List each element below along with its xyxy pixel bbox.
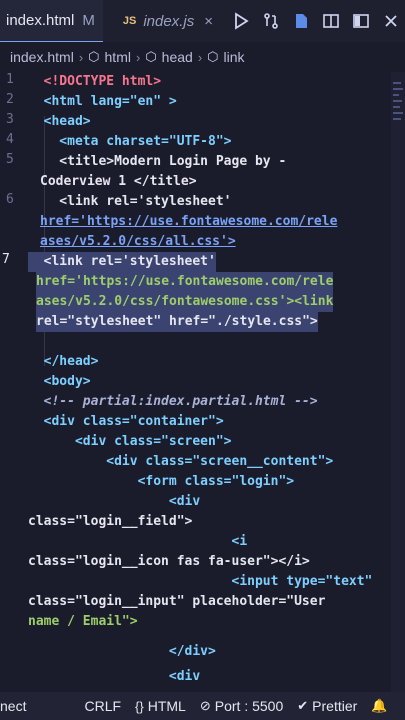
code-line: <div [28,494,201,509]
code-line: <head> [28,114,91,129]
code-line: <form class="login"> [28,474,295,489]
split-editor-icon[interactable] [321,11,341,31]
symbol-icon: ⬡ [207,49,219,64]
file-icon[interactable] [291,11,311,31]
code-line: <div class="screen"> [28,434,232,449]
tab-label: index.js [143,12,195,30]
minimap-line [393,106,400,108]
code-line: <!DOCTYPE html> [28,72,161,92]
code-line: class="login__icon fas fa-user"></i> [28,554,310,569]
code-line: class="login__field"> [28,514,193,529]
breadcrumb: index.html › ⬡ html › ⬡ head › ⬡ link [0,42,405,72]
chevron-right-icon: › [197,49,203,65]
code-url-line[interactable]: ases/v5.2.0/css/all.css'> [40,232,236,252]
block-icon: ⊘ [199,698,211,713]
eol-label: CRLF [84,698,122,714]
breadcrumb-head[interactable]: head [162,49,193,65]
modified-indicator: M [82,11,95,29]
javascript-file-icon: JS [122,15,137,27]
selected-code-line: rel="stylesheet" href="./style.css"> [36,312,318,332]
chevron-right-icon: › [135,49,141,65]
chevron-right-icon: › [78,49,84,65]
code-line: </head> [28,354,99,369]
symbol-icon: ⬡ [88,49,100,64]
breadcrumb-link[interactable]: link [224,49,245,65]
minimap-line [393,94,399,96]
code-line: <div class="screen__content"> [28,454,334,469]
status-bar: nect CRLF {} HTML ⊘ Port : 5500 ✔ Pretti… [0,692,405,720]
breadcrumb-html[interactable]: html [105,49,131,65]
minimap-line [393,88,403,90]
tab-index-html[interactable]: index.html M [0,0,103,43]
code-line: <title>Modern Login Page by - [28,154,287,169]
live-server-port[interactable]: ⊘ Port : 5500 [200,698,283,714]
minimap-line [393,118,401,120]
connection-label: nect [0,698,27,714]
minimap-line [393,112,403,114]
layout-icon[interactable] [351,11,371,31]
close-icon[interactable] [381,11,401,31]
code-line: <i [28,534,248,549]
tab-label: index.html [6,11,75,29]
code-line: <body> [28,374,91,389]
minimap-line [393,82,401,84]
language-mode-selector[interactable]: {} HTML [135,698,186,714]
code-line: name / Email"> [28,614,138,629]
language-label: HTML [147,698,186,714]
braces-icon: {} [135,698,144,714]
tab-index-js[interactable]: JS index.js × [117,0,221,42]
editor-toolbar [231,0,401,42]
code-line: <div [28,669,201,684]
eol-selector[interactable]: CRLF [84,698,121,714]
code-comment-line: <!-- partial:index.partial.html --> [28,394,318,409]
code-line: <link rel='stylesheet' [28,194,232,209]
code-line: Coderview 1 </title> [40,174,197,189]
code-line: <html lang="en" > [28,94,177,109]
notifications-bell[interactable]: 🔔 [371,698,387,714]
editor-tab-bar: index.html M JS index.js × [0,0,405,43]
connection-status[interactable]: nect [0,698,26,714]
code-url-line[interactable]: href='https://use.fontawesome.com/rele [40,212,337,232]
code-line: <meta charset="UTF-8"> [28,134,232,149]
code-line: </div> [28,644,216,659]
code-text: <!DOCTYPE html> [28,74,162,89]
code-line: <input type="text" [28,574,373,589]
code-editor[interactable]: <!DOCTYPE html> <html lang="en" > <head>… [0,72,390,692]
minimap[interactable] [391,72,405,692]
check-double-icon: ✔ [297,698,309,713]
git-compare-icon[interactable] [261,11,281,31]
selected-code-line: href='https://use.fontawesome.com/rele [36,272,334,292]
prettier-label: Prettier [312,698,358,714]
code-line: class="login__input" placeholder="User [28,594,326,609]
breadcrumb-file[interactable]: index.html [10,49,74,65]
run-icon[interactable] [231,11,251,31]
bell-icon: 🔔 [371,698,388,713]
code-line: <div class="container"> [28,414,224,429]
selected-code-line: <link rel='stylesheet' [28,252,216,272]
minimap-line [393,100,402,102]
symbol-icon: ⬡ [145,49,157,64]
close-tab-icon[interactable]: × [204,13,213,30]
prettier-status[interactable]: ✔ Prettier [297,698,357,714]
port-label: Port : 5500 [214,698,284,714]
selected-code-line: ases/v5.2.0/css/fontawesome.css'><link [36,292,334,312]
